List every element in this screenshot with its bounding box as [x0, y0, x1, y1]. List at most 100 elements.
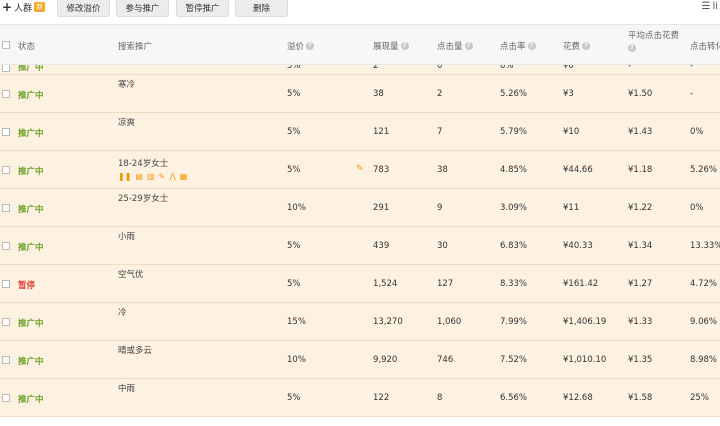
help-icon[interactable]: ?	[582, 42, 591, 50]
status-text: 推广中	[18, 167, 44, 177]
keyword-cell: 凉爽	[118, 118, 136, 128]
clicks-cell: 9	[437, 203, 443, 213]
table-row: 推广中 凉爽 5% 121 7 5.79% ¥10 ¥1.43 0%	[0, 113, 720, 151]
impressions-cell: 291	[373, 203, 390, 213]
premium-cell: 15%	[287, 317, 306, 327]
list-view-toggle[interactable]: ☰ li	[701, 1, 718, 12]
clicks-cell: 1,060	[437, 317, 462, 327]
row-checkbox[interactable]	[2, 128, 10, 136]
premium-cell: 5%	[287, 165, 301, 175]
new-badge: 新	[34, 2, 46, 12]
table-row: 推广中 小雨 5% 439 30 6.83% ¥40.33 ¥1.34 13.3…	[0, 227, 720, 265]
status-text: 推广中	[18, 129, 44, 139]
cost-cell: ¥10	[563, 127, 580, 137]
add-crowd-button[interactable]: + 人群 新	[2, 0, 46, 14]
impressions-cell: 121	[373, 127, 390, 137]
keyword-cell: 寒冷	[118, 80, 136, 90]
table-row: 推广中 晴或多云 10% 9,920 746 7.52% ¥1,010.10 ¥…	[0, 341, 720, 379]
col-premium[interactable]: 溢价?	[287, 40, 315, 52]
row-checkbox[interactable]	[2, 280, 10, 288]
impressions-cell: 38	[373, 89, 384, 99]
col-cost[interactable]: 花费?	[563, 40, 591, 52]
premium-cell: 10%	[287, 355, 306, 365]
help-icon[interactable]: ?	[464, 42, 473, 50]
conversion-cell: 9.06%	[690, 317, 718, 327]
select-all-checkbox[interactable]	[2, 41, 10, 49]
join-promotion-button[interactable]: 参与推广	[116, 0, 169, 17]
clicks-cell: 127	[437, 279, 454, 289]
delete-button[interactable]: 删除	[235, 0, 288, 17]
trash-icon[interactable]: ▥	[147, 173, 155, 181]
conversion-cell: 8.98%	[690, 355, 718, 365]
impressions-cell: 1,524	[373, 279, 398, 289]
add-crowd-label: 人群	[14, 3, 33, 14]
row-operations: ❚❚ ▤ ▥ ✎ ⋀ ▦	[118, 173, 187, 181]
cost-cell: ¥44.66	[563, 165, 593, 175]
keyword-cell: 25-29岁女士	[118, 194, 169, 204]
ctr-cell: 7.99%	[500, 317, 528, 327]
row-checkbox[interactable]	[2, 64, 10, 72]
row-checkbox[interactable]	[2, 356, 10, 364]
pause-promotion-button[interactable]: 暂停推广	[176, 0, 229, 17]
pause-icon[interactable]: ❚❚	[118, 173, 131, 181]
table-row: 推广中 冷 15% 13,270 1,060 7.99% ¥1,406.19 ¥…	[0, 303, 720, 341]
status-text: 推广中	[18, 205, 44, 215]
table-row: 推广中 25-29岁女士 10% 291 9 3.09% ¥11 ¥1.22 0…	[0, 189, 720, 227]
copy-icon[interactable]: ▤	[135, 173, 143, 181]
modify-premium-button[interactable]: 修改溢价	[57, 0, 110, 17]
row-checkbox[interactable]	[2, 90, 10, 98]
conversion-cell: -	[690, 89, 694, 99]
cost-cell: ¥3	[563, 89, 574, 99]
col-clicks[interactable]: 点击量?	[437, 40, 473, 52]
col-conversion[interactable]: 点击转化	[690, 40, 720, 52]
ctr-cell: 8.33%	[500, 279, 528, 289]
avg-cpc-cell: ¥1.22	[628, 203, 653, 213]
table-row: 推广中 中雨 5% 122 8 6.56% ¥12.68 ¥1.58 25%	[0, 379, 720, 417]
status-text: 暂停	[18, 281, 36, 291]
report-icon[interactable]: ▦	[180, 173, 188, 181]
avg-cpc-cell: ¥1.35	[628, 355, 653, 365]
row-checkbox[interactable]	[2, 242, 10, 250]
impressions-cell: 122	[373, 393, 390, 403]
col-impressions[interactable]: 展现量?	[373, 40, 409, 52]
status-text: 推广中	[18, 243, 44, 253]
impressions-cell: 9,920	[373, 355, 398, 365]
row-checkbox[interactable]	[2, 166, 10, 174]
conversion-cell: 13.33%	[690, 241, 720, 251]
help-icon[interactable]: ?	[628, 44, 636, 52]
avg-cpc-cell: ¥1.58	[628, 393, 653, 403]
ctr-cell: 6.56%	[500, 393, 528, 403]
edit-icon[interactable]: ✎	[159, 173, 166, 181]
help-icon[interactable]: ?	[306, 42, 315, 50]
table-row: 推广中 18-24岁女士 ❚❚ ▤ ▥ ✎ ⋀ ▦ 5% ✎ 783 38 4.…	[0, 151, 720, 189]
cost-cell: ¥1,010.10	[563, 355, 607, 365]
ctr-cell: 5.79%	[500, 127, 528, 137]
avg-cpc-cell: ¥1.50	[628, 89, 653, 99]
row-checkbox[interactable]	[2, 394, 10, 402]
help-icon[interactable]: ?	[400, 42, 409, 50]
premium-cell: 5%	[287, 241, 301, 251]
ctr-cell: 3.09%	[500, 203, 528, 213]
edit-premium-icon[interactable]: ✎	[356, 164, 364, 174]
row-checkbox[interactable]	[2, 204, 10, 212]
conversion-cell: 4.72%	[690, 279, 718, 289]
premium-cell: 5%	[287, 127, 301, 137]
col-ctr[interactable]: 点击率?	[500, 40, 536, 52]
keyword-cell: 中雨	[118, 384, 136, 394]
list-view-icon: ☰	[701, 1, 711, 12]
cost-cell: ¥11	[563, 203, 580, 213]
chart-icon[interactable]: ⋀	[169, 173, 176, 181]
ctr-cell: 4.85%	[500, 165, 528, 175]
row-checkbox[interactable]	[2, 318, 10, 326]
keyword-cell: 小雨	[118, 232, 136, 242]
help-icon[interactable]: ?	[527, 42, 536, 50]
col-status: 状态	[18, 42, 36, 52]
premium-cell: 10%	[287, 203, 306, 213]
avg-cpc-cell: ¥1.33	[628, 317, 653, 327]
status-text: 推广中	[18, 319, 44, 329]
col-avg-cpc[interactable]: 平均点击花费?	[628, 29, 679, 52]
cost-cell: ¥12.68	[563, 393, 593, 403]
premium-cell: 5%	[287, 279, 301, 289]
cost-cell: ¥161.42	[563, 279, 599, 289]
status-text: 推广中	[18, 357, 44, 367]
